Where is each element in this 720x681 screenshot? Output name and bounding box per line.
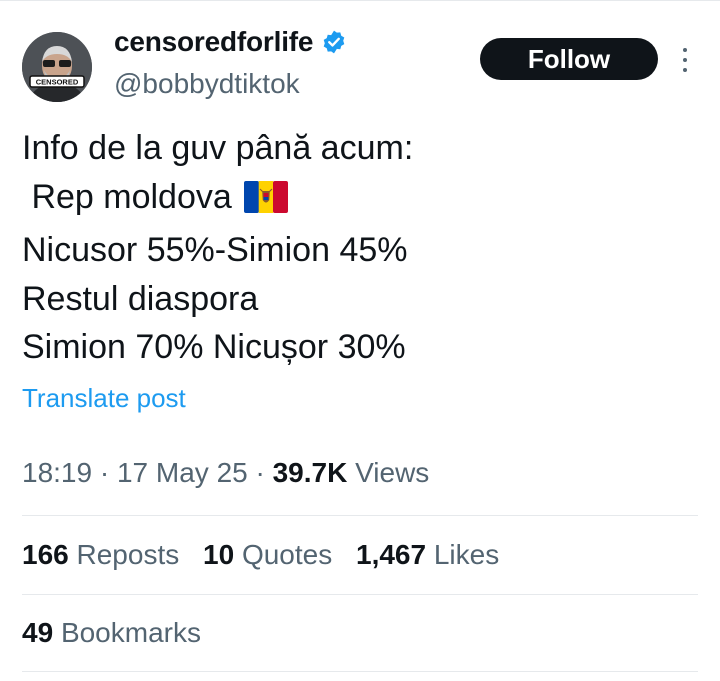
post-text: Info de la guv până acum: Rep moldova Ni… (22, 124, 413, 372)
avatar[interactable]: CENSORED (22, 32, 92, 102)
divider (22, 515, 698, 516)
post-time[interactable]: 18:19 (22, 457, 92, 488)
top-divider (0, 0, 720, 1)
separator-dot: · (92, 457, 117, 488)
reposts-label: Reposts (76, 539, 180, 570)
views-count: 39.7K (272, 457, 348, 488)
avatar-censored-text: CENSORED (36, 78, 79, 87)
likes-count: 1,467 (356, 539, 427, 570)
divider (22, 671, 698, 672)
reposts-count: 166 (22, 539, 69, 570)
post-date[interactable]: 17 May 25 (117, 457, 248, 488)
more-vertical-icon[interactable] (680, 48, 690, 72)
quotes-stat[interactable]: 10 Quotes (203, 539, 332, 570)
author-handle[interactable]: @bobbydtiktok (114, 68, 300, 100)
divider (22, 594, 698, 595)
post-line-with-flag: Rep moldova (22, 173, 413, 227)
bookmarks-count: 49 (22, 617, 54, 648)
post-line: Info de la guv până acum: (22, 129, 414, 167)
engagement-stats: 166 Reposts 10 Quotes 1,467 Likes (22, 539, 499, 571)
verified-badge-icon (321, 29, 347, 55)
author-name-row[interactable]: censoredforlife (114, 26, 347, 58)
post-meta: 18:19 · 17 May 25 · 39.7K Views (22, 457, 429, 489)
follow-button[interactable]: Follow (480, 38, 658, 80)
post-line: Nicusor 55%-Simion 45% (22, 231, 408, 269)
likes-stat[interactable]: 1,467 Likes (356, 539, 499, 570)
bookmarks-stat[interactable]: 49 Bookmarks (22, 617, 201, 649)
bookmarks-label: Bookmarks (60, 617, 201, 648)
post-line: Restul diaspora (22, 279, 259, 318)
post-line: Simion 70% Nicușor 30% (22, 328, 406, 366)
likes-label: Likes (433, 539, 500, 570)
display-name[interactable]: censoredforlife (114, 26, 313, 58)
post-line: Rep moldova (22, 177, 232, 216)
moldova-flag-icon (243, 178, 288, 227)
translate-post-link[interactable]: Translate post (22, 383, 186, 414)
reposts-stat[interactable]: 166 Reposts (22, 539, 179, 570)
quotes-label: Quotes (241, 539, 333, 570)
quotes-count: 10 (203, 539, 235, 570)
views-label: Views (355, 457, 430, 488)
separator-dot: · (247, 457, 273, 488)
